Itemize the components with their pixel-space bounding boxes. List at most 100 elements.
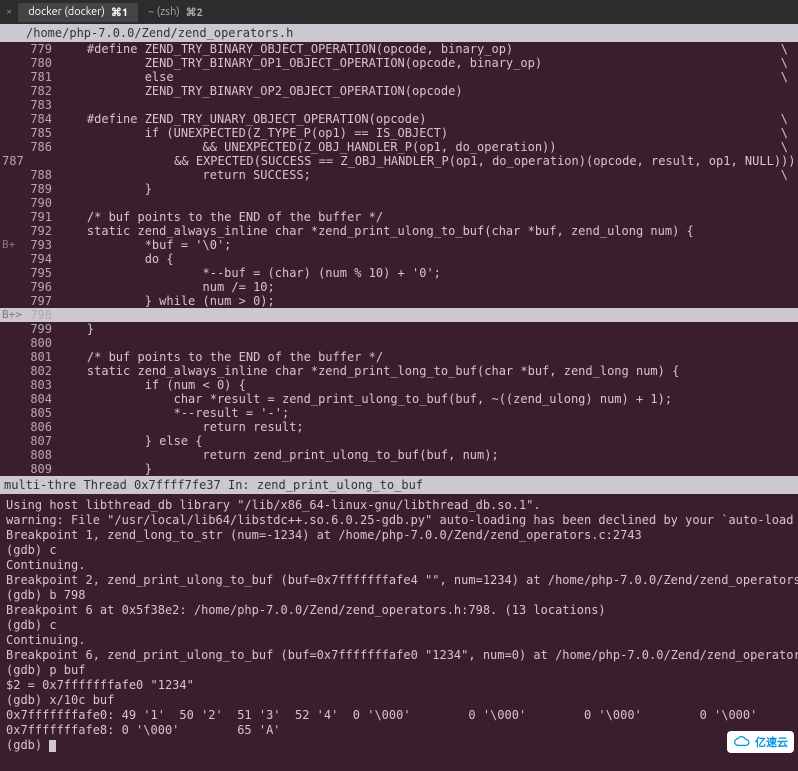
- code-line: 802 static zend_always_inline char *zend…: [0, 364, 798, 378]
- line-number: 783: [22, 98, 58, 112]
- breakpoint-marker[interactable]: [0, 434, 22, 448]
- code-text: return result;: [58, 420, 798, 434]
- code-line: 789 }: [0, 182, 798, 196]
- code-line: 795 *--buf = (char) (num % 10) + '0';: [0, 266, 798, 280]
- code-text: /* buf points to the END of the buffer *…: [58, 210, 798, 224]
- code-line: 799 }: [0, 322, 798, 336]
- code-text: ZEND_TRY_BINARY_OP1_OBJECT_OPERATION(opc…: [58, 56, 798, 70]
- code-line: 787 && EXPECTED(SUCCESS == Z_OBJ_HANDLER…: [0, 154, 798, 168]
- code-text: } while (num > 0);: [58, 294, 798, 308]
- line-number: 793: [22, 238, 58, 252]
- code-text: [58, 336, 798, 350]
- breakpoint-marker[interactable]: [0, 84, 22, 98]
- breakpoint-marker[interactable]: [0, 70, 22, 84]
- breakpoint-marker[interactable]: [0, 448, 22, 462]
- breakpoint-marker[interactable]: [0, 182, 22, 196]
- breakpoint-marker[interactable]: [0, 140, 22, 154]
- line-number: 792: [22, 224, 58, 238]
- breakpoint-marker[interactable]: [0, 322, 22, 336]
- line-number: 800: [22, 336, 58, 350]
- breakpoint-marker[interactable]: [0, 420, 22, 434]
- cloud-icon: [733, 736, 753, 748]
- code-text: ZEND_TRY_BINARY_OP2_OBJECT_OPERATION(opc…: [58, 84, 798, 98]
- tab-label: docker (docker): [28, 6, 105, 18]
- tab-label: ~ (zsh): [148, 6, 180, 18]
- code-line: 782 ZEND_TRY_BINARY_OP2_OBJECT_OPERATION…: [0, 84, 798, 98]
- breakpoint-marker[interactable]: [0, 56, 22, 70]
- close-icon[interactable]: ×: [0, 6, 18, 18]
- breakpoint-marker[interactable]: [0, 336, 22, 350]
- breakpoint-marker[interactable]: [0, 252, 22, 266]
- line-number: 806: [22, 420, 58, 434]
- breakpoint-marker[interactable]: B+>: [0, 308, 22, 322]
- breakpoint-marker[interactable]: [0, 98, 22, 112]
- breakpoint-marker[interactable]: [0, 406, 22, 420]
- code-text: [58, 98, 798, 112]
- breakpoint-marker[interactable]: [0, 462, 22, 476]
- code-line: 791 /* buf points to the END of the buff…: [0, 210, 798, 224]
- breakpoint-marker[interactable]: [0, 350, 22, 364]
- code-line: 797 } while (num > 0);: [0, 294, 798, 308]
- breakpoint-marker[interactable]: [0, 378, 22, 392]
- code-text: static zend_always_inline char *zend_pri…: [58, 224, 798, 238]
- code-text: [58, 196, 798, 210]
- breakpoint-marker[interactable]: [0, 112, 22, 126]
- terminal-line: warning: File "/usr/local/lib64/libstdc+…: [6, 513, 792, 528]
- code-line: 794 do {: [0, 252, 798, 266]
- line-number: 782: [22, 84, 58, 98]
- code-line: B+>798 return buf;: [0, 308, 798, 322]
- terminal-line: Breakpoint 2, zend_print_ulong_to_buf (b…: [6, 573, 792, 588]
- code-text: if (num < 0) {: [58, 378, 798, 392]
- breakpoint-marker[interactable]: [0, 392, 22, 406]
- code-text: *--buf = (char) (num % 10) + '0';: [58, 266, 798, 280]
- line-number: 787: [2, 154, 30, 168]
- code-text: }: [58, 182, 798, 196]
- breakpoint-marker[interactable]: [0, 126, 22, 140]
- code-line: 790: [0, 196, 798, 210]
- terminal-line: (gdb) c: [6, 543, 792, 558]
- breakpoint-marker[interactable]: [0, 210, 22, 224]
- status-text: multi-thre Thread 0x7ffff7fe37 In: zend_…: [4, 478, 423, 492]
- line-number: 789: [22, 182, 58, 196]
- code-line: 784 #define ZEND_TRY_UNARY_OBJECT_OPERAT…: [0, 112, 798, 126]
- line-number: 785: [22, 126, 58, 140]
- line-number: 786: [22, 140, 58, 154]
- gdb-terminal[interactable]: Using host libthread_db library "/lib/x8…: [0, 494, 798, 757]
- line-number: 808: [22, 448, 58, 462]
- line-number: 795: [22, 266, 58, 280]
- breakpoint-marker[interactable]: [0, 266, 22, 280]
- code-line: 808 return zend_print_ulong_to_buf(buf, …: [0, 448, 798, 462]
- code-line: 788 return SUCCESS;\: [0, 168, 798, 182]
- line-number: 784: [22, 112, 58, 126]
- breakpoint-marker[interactable]: [0, 294, 22, 308]
- code-text: if (UNEXPECTED(Z_TYPE_P(op1) == IS_OBJEC…: [58, 126, 798, 140]
- code-line: 792 static zend_always_inline char *zend…: [0, 224, 798, 238]
- terminal-line: Breakpoint 1, zend_long_to_str (num=-123…: [6, 528, 792, 543]
- breakpoint-marker[interactable]: [0, 42, 22, 56]
- code-text: /* buf points to the END of the buffer *…: [58, 350, 798, 364]
- breakpoint-marker[interactable]: [0, 196, 22, 210]
- line-number: 803: [22, 378, 58, 392]
- terminal-line: 0x7fffffffafe0: 49 '1' 50 '2' 51 '3' 52 …: [6, 708, 792, 723]
- code-text: }: [58, 322, 798, 336]
- breakpoint-marker[interactable]: B+: [0, 238, 22, 252]
- logo-badge: 亿速云: [727, 731, 794, 753]
- tab-docker[interactable]: docker (docker) ⌘1: [18, 3, 138, 22]
- code-text: char *result = zend_print_ulong_to_buf(b…: [58, 392, 798, 406]
- logo-text: 亿速云: [755, 734, 788, 750]
- breakpoint-marker[interactable]: [0, 280, 22, 294]
- tab-zsh[interactable]: ~ (zsh) ⌘2: [138, 3, 213, 22]
- code-text: else\: [58, 70, 798, 84]
- breakpoint-marker[interactable]: [0, 364, 22, 378]
- line-number: 796: [22, 280, 58, 294]
- code-editor[interactable]: 779 #define ZEND_TRY_BINARY_OBJECT_OPERA…: [0, 42, 798, 476]
- cursor: [49, 740, 56, 752]
- terminal-line: Breakpoint 6, zend_print_ulong_to_buf (b…: [6, 648, 792, 663]
- code-text: return SUCCESS;\: [58, 168, 798, 182]
- code-text: && EXPECTED(SUCCESS == Z_OBJ_HANDLER_P(o…: [30, 154, 798, 168]
- code-line: B+793 *buf = '\0';: [0, 238, 798, 252]
- breakpoint-marker[interactable]: [0, 224, 22, 238]
- breakpoint-marker[interactable]: [0, 168, 22, 182]
- code-text: return buf;: [58, 308, 798, 322]
- terminal-line: Breakpoint 6 at 0x5f38e2: /home/php-7.0.…: [6, 603, 792, 618]
